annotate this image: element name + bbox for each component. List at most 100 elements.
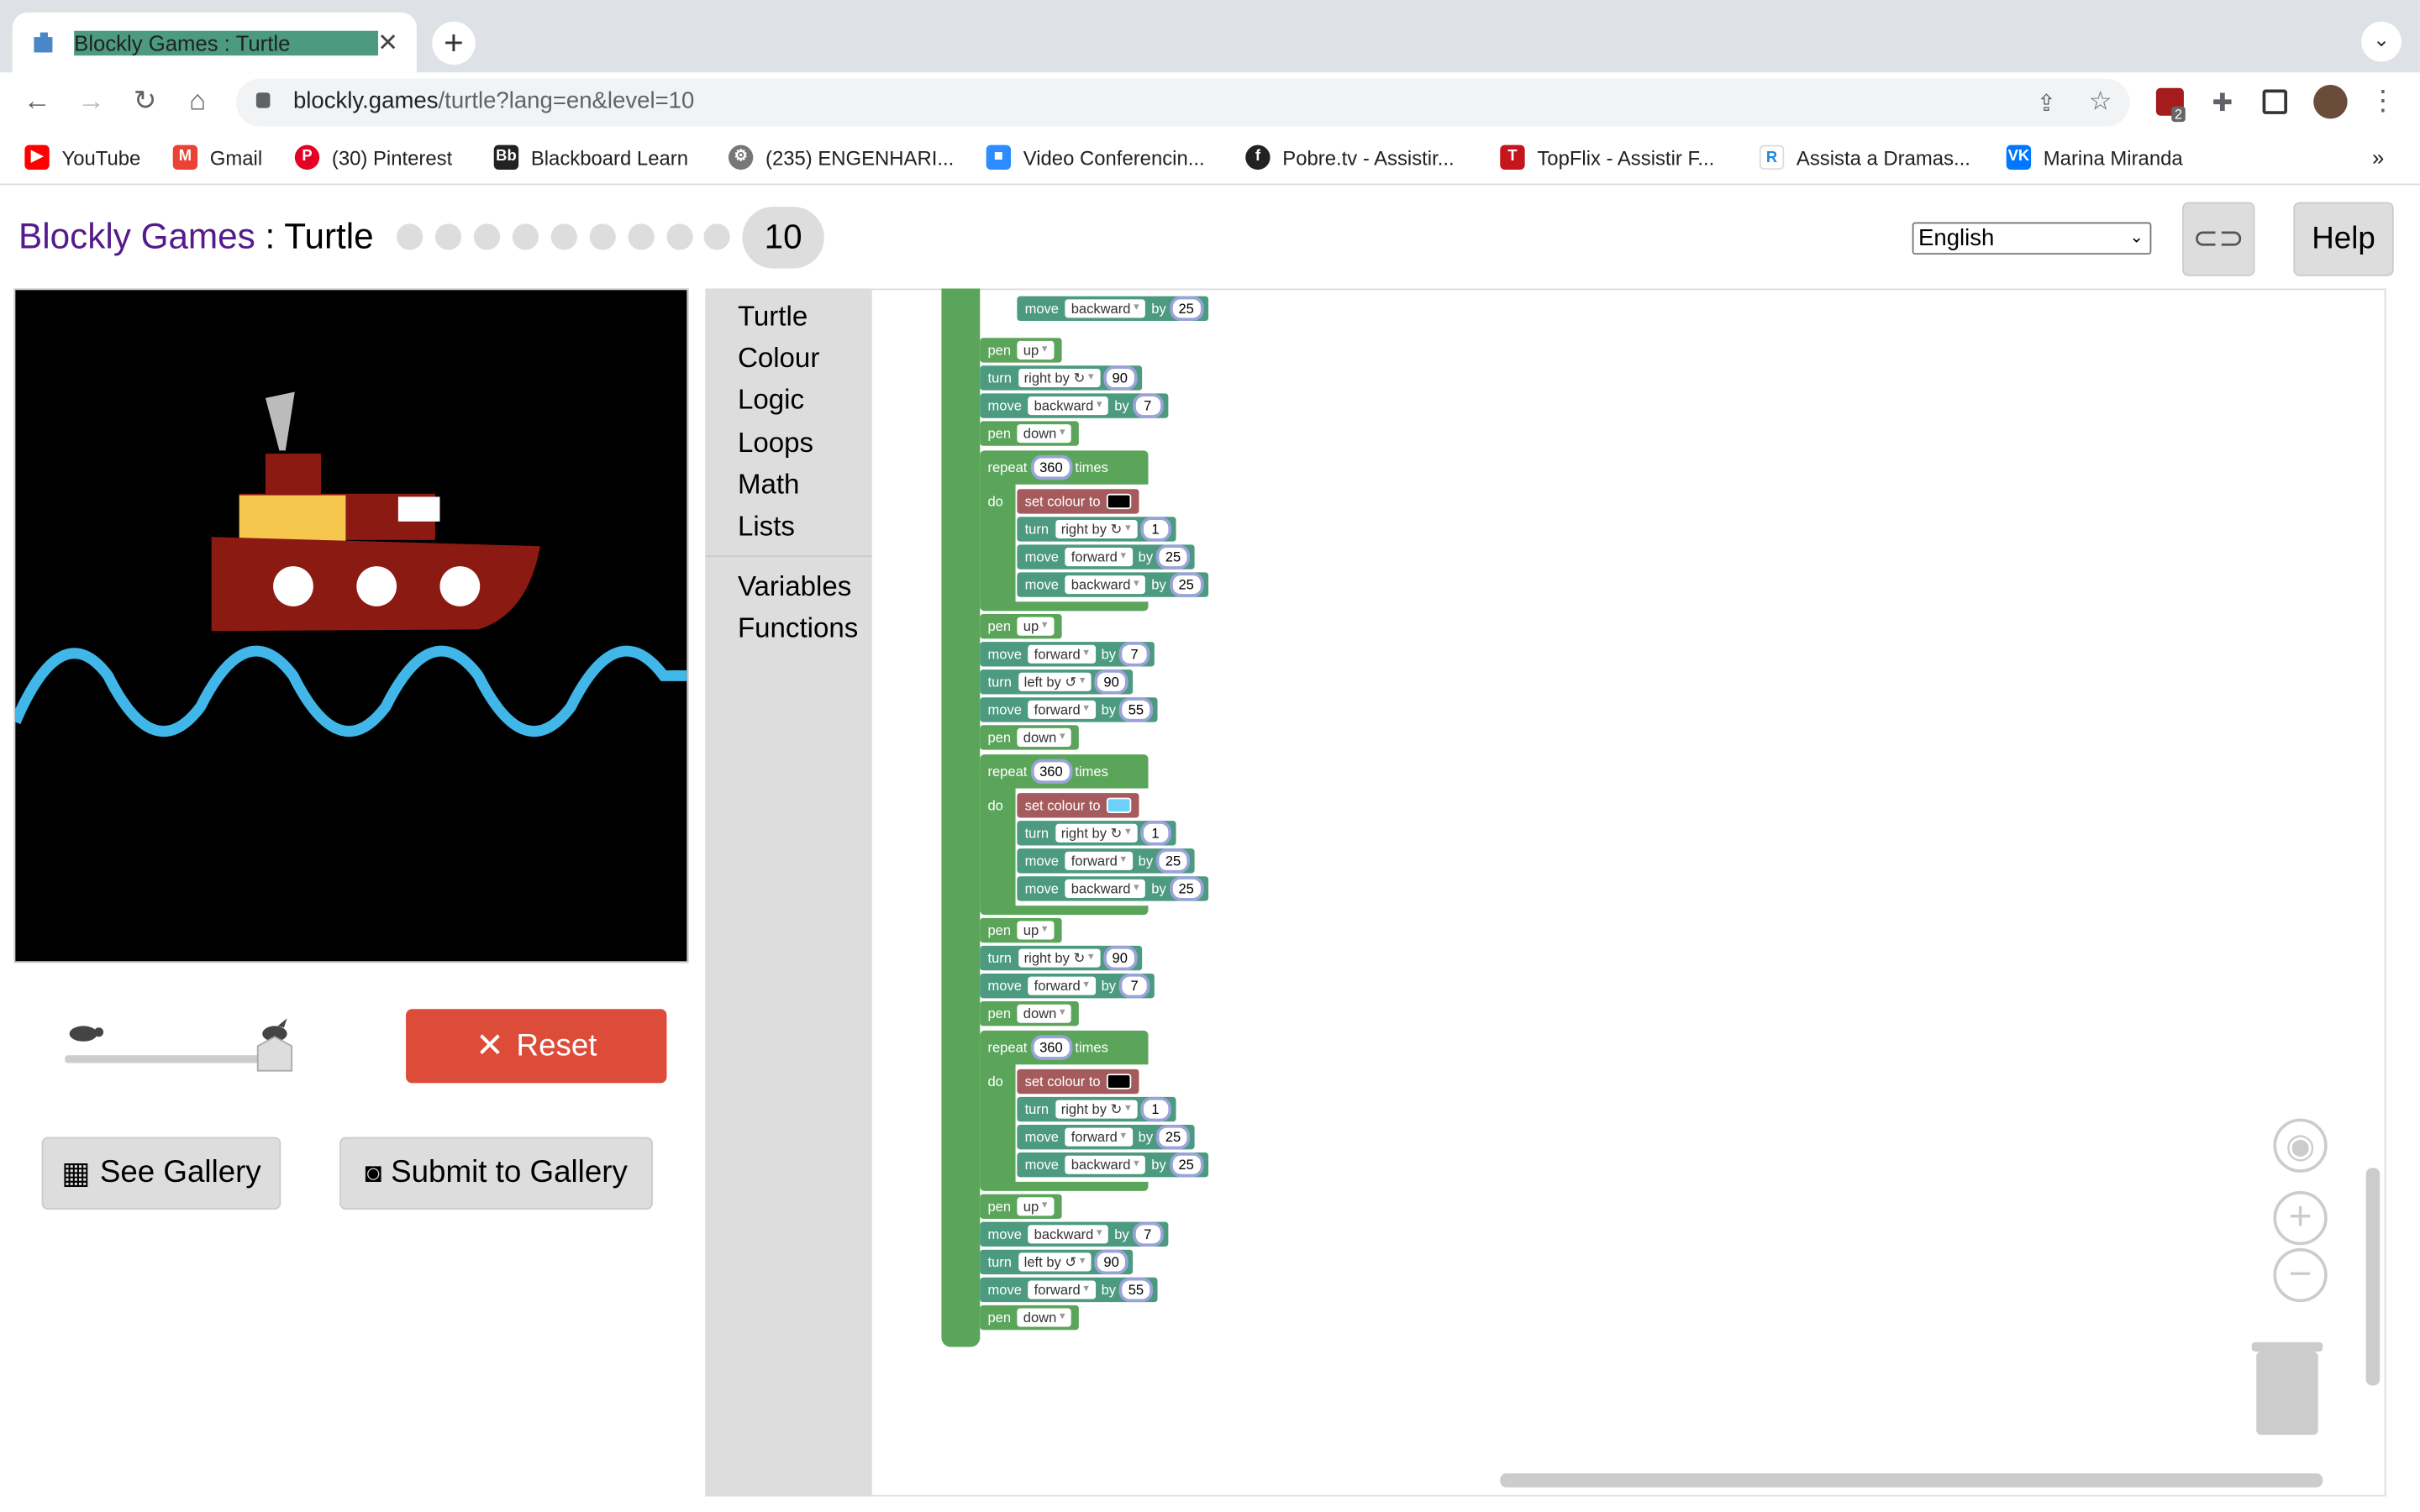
block-move[interactable]: movebackwardby25 — [1017, 296, 1208, 322]
block-turn[interactable]: turnright by ↻90 — [980, 945, 1142, 971]
current-level-badge[interactable]: 10 — [742, 207, 824, 269]
bookmark-marina-miranda[interactable]: VK Marina Miranda — [2006, 144, 2183, 171]
horizontal-scrollbar[interactable] — [1500, 1473, 2323, 1488]
trash-can-icon[interactable] — [2256, 1351, 2318, 1436]
colour-swatch-black[interactable] — [1106, 1074, 1132, 1089]
block-move[interactable]: moveforwardby25 — [1017, 544, 1195, 570]
toolbox-category-turtle[interactable]: Turtle — [738, 301, 808, 333]
topflix-icon: T — [1500, 144, 1525, 171]
back-icon[interactable]: ← — [18, 85, 55, 118]
toolbox-category-logic[interactable]: Logic — [738, 384, 804, 417]
share-icon[interactable]: ⇪ — [2028, 90, 2065, 117]
profile-avatar[interactable] — [2313, 85, 2348, 119]
help-button[interactable]: Help — [2293, 202, 2394, 276]
vertical-scrollbar[interactable] — [2365, 1168, 2381, 1386]
level-dot-6[interactable] — [589, 223, 616, 250]
level-dot-4[interactable] — [512, 223, 539, 250]
recenter-icon[interactable]: ◉ — [2273, 1118, 2328, 1173]
block-turn[interactable]: turnright by ↻1 — [1017, 517, 1176, 542]
gmail-icon: M — [172, 144, 198, 171]
block-move[interactable]: movebackwardby7 — [980, 1221, 1168, 1247]
star-icon[interactable]: ☆ — [2082, 87, 2119, 118]
level-dot-7[interactable] — [628, 223, 655, 250]
block-move[interactable]: moveforwardby7 — [980, 973, 1155, 999]
block-pen[interactable]: pen up — [980, 1194, 1061, 1219]
level-dot-2[interactable] — [434, 223, 462, 250]
block-move[interactable]: moveforwardby55 — [980, 1277, 1158, 1303]
block-move[interactable]: moveforwardby7 — [980, 642, 1155, 667]
level-dot-9[interactable] — [703, 223, 730, 250]
bookmark-pobre-tv[interactable]: f Pobre.tv - Assistir... — [1245, 144, 1455, 171]
level-dot-5[interactable] — [550, 223, 577, 250]
colour-swatch-light-blue[interactable] — [1106, 797, 1132, 813]
block-pen[interactable]: pen up — [980, 338, 1061, 363]
block-pen[interactable]: pen down — [980, 421, 1079, 446]
forward-icon[interactable]: → — [72, 85, 109, 118]
do-label: do — [987, 1074, 1003, 1089]
home-icon[interactable]: ⌂ — [179, 85, 216, 118]
menu-icon[interactable]: ⋮ — [2365, 85, 2402, 118]
block-turn[interactable]: turnright by ↻1 — [1017, 821, 1176, 846]
toolbox-category-math[interactable]: Math — [738, 469, 800, 501]
level-dot-3[interactable] — [473, 223, 501, 250]
speed-slider[interactable] — [65, 1018, 297, 1079]
block-move[interactable]: movebackwardby25 — [1017, 1152, 1208, 1178]
reload-icon[interactable]: ↻ — [127, 85, 164, 118]
block-pen[interactable]: pen up — [980, 614, 1061, 639]
level-dot-8[interactable] — [666, 223, 693, 250]
block-turn[interactable]: turnright by ↻1 — [1017, 1096, 1176, 1122]
extension-badge: 2 — [2171, 106, 2186, 123]
bookmark-pinterest[interactable]: P (30) Pinterest — [294, 144, 452, 171]
bookmark-gmail[interactable]: M Gmail — [172, 144, 262, 171]
close-tab-icon[interactable]: ✕ — [377, 27, 398, 58]
side-panel-icon[interactable] — [2262, 89, 2287, 114]
block-move[interactable]: moveforwardby25 — [1017, 848, 1195, 874]
repeat-header: repeat 360 times — [980, 759, 1117, 785]
turtle-canvas — [10, 288, 689, 963]
block-move[interactable]: movebackwardby7 — [980, 393, 1168, 418]
block-set-colour[interactable]: set colour to — [1017, 1068, 1139, 1095]
block-move[interactable]: moveforwardby55 — [980, 697, 1158, 722]
bookmark-youtube[interactable]: ▶ YouTube — [24, 144, 140, 171]
reset-button[interactable]: ✕ Reset — [406, 1009, 667, 1084]
level-dot-1[interactable] — [397, 223, 424, 250]
block-pen[interactable]: pen down — [980, 1305, 1079, 1331]
do-label: do — [987, 797, 1003, 813]
block-pen[interactable]: pen up — [980, 917, 1061, 943]
extensions-icon[interactable]: ✚ — [2204, 88, 2241, 119]
block-turn[interactable]: turnright by ↻90 — [980, 365, 1142, 391]
colour-swatch-black[interactable] — [1106, 493, 1132, 510]
bookmark-video-conferencing[interactable]: ■ Video Conferencin... — [986, 144, 1205, 171]
toolbox-category-functions[interactable]: Functions — [738, 612, 858, 645]
zoom-out-icon[interactable]: − — [2273, 1247, 2328, 1303]
block-move[interactable]: movebackwardby25 — [1017, 876, 1208, 901]
block-set-colour[interactable]: set colour to — [1017, 793, 1139, 818]
toolbox-category-variables[interactable]: Variables — [738, 571, 851, 604]
block-set-colour[interactable]: set colour to — [1017, 489, 1139, 514]
block-move[interactable]: movebackwardby25 — [1017, 572, 1208, 597]
tab-search-icon[interactable]: ⌄ — [2361, 21, 2402, 62]
new-tab-button[interactable]: + — [432, 21, 476, 66]
bookmark-dramas[interactable]: R Assista a Dramas... — [1759, 144, 1970, 171]
block-turn[interactable]: turnleft by ↺90 — [980, 669, 1134, 695]
block-pen[interactable]: pen down — [980, 1001, 1079, 1026]
toolbox-category-colour[interactable]: Colour — [738, 343, 819, 375]
brand-link[interactable]: Blockly Games — [18, 216, 255, 256]
zoom-in-icon[interactable]: + — [2273, 1190, 2328, 1246]
browser-tab[interactable]: Blockly Games : Turtle ✕ — [12, 12, 417, 73]
url-text[interactable]: blockly.games/turtle?lang=en&level=10 — [293, 88, 694, 114]
submit-gallery-button[interactable]: ◙ Submit to Gallery — [339, 1137, 653, 1210]
bookmark-blackboard[interactable]: Bb Blackboard Learn — [493, 144, 688, 171]
more-bookmarks-icon[interactable]: » — [2372, 145, 2384, 170]
link-button[interactable]: ⊂⊃ — [2182, 202, 2255, 276]
language-select[interactable]: English ⌄ — [1912, 222, 2152, 255]
toolbox-category-loops[interactable]: Loops — [738, 428, 813, 460]
block-pen[interactable]: pen down — [980, 725, 1079, 750]
block-turn[interactable]: turnleft by ↺90 — [980, 1249, 1134, 1275]
bookmark-engenharia[interactable]: ⚙ (235) ENGENHARI... — [728, 144, 954, 171]
toolbox-category-lists[interactable]: Lists — [738, 511, 795, 543]
block-move[interactable]: moveforwardby25 — [1017, 1124, 1195, 1150]
program-stack[interactable] — [941, 288, 981, 1347]
bookmark-topflix[interactable]: T TopFlix - Assistir F... — [1500, 144, 1714, 171]
see-gallery-button[interactable]: ▦ See Gallery — [41, 1137, 281, 1210]
